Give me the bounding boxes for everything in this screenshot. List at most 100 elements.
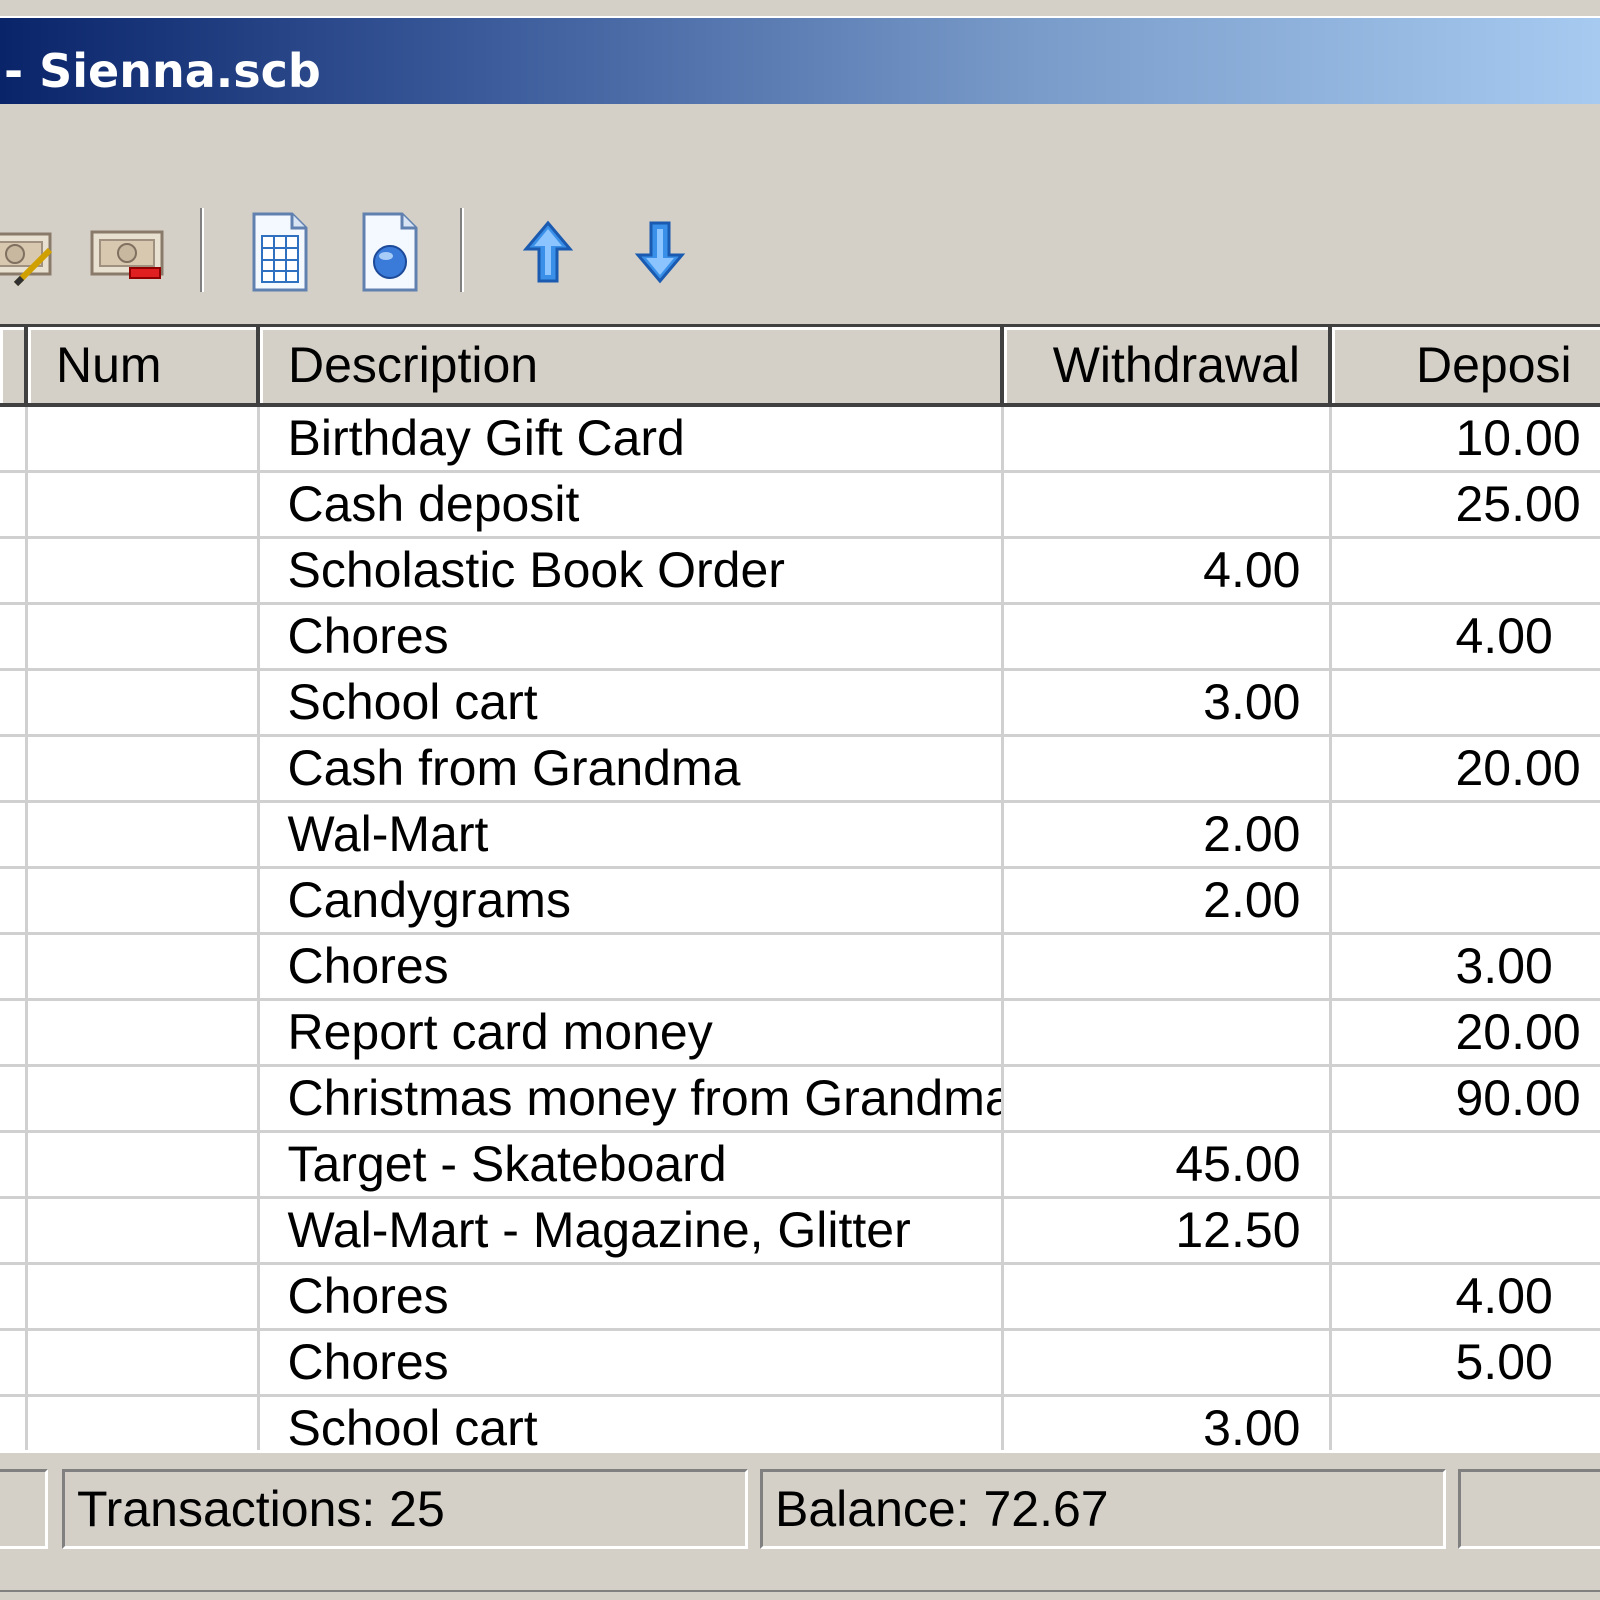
cell-withdrawal[interactable] [1002, 933, 1332, 1001]
cell-description[interactable]: Chores [258, 1263, 1004, 1331]
column-header-deposit[interactable]: Deposi [1330, 327, 1600, 407]
table-row[interactable]: Wal-Mart 2.00 [0, 801, 1600, 869]
report-button[interactable] [348, 210, 432, 294]
table-row[interactable]: Cash from Grandma 20.00 [0, 735, 1600, 803]
cell-date[interactable] [0, 669, 28, 737]
table-row[interactable]: Chores 3.00 [0, 933, 1600, 1001]
cell-date[interactable] [0, 537, 28, 605]
table-row[interactable]: School cart 3.00 [0, 1395, 1600, 1450]
cell-num[interactable] [26, 537, 260, 605]
cell-deposit[interactable] [1330, 669, 1600, 737]
cell-date[interactable] [0, 933, 28, 1001]
cell-withdrawal[interactable] [1002, 405, 1332, 473]
cell-num[interactable] [26, 933, 260, 1001]
move-up-button[interactable] [506, 210, 590, 294]
cell-description[interactable]: Wal-Mart [258, 801, 1004, 869]
table-row[interactable]: Birthday Gift Card 10.00 [0, 405, 1600, 473]
cell-num[interactable] [26, 1329, 260, 1397]
calculator-button[interactable] [238, 210, 322, 294]
table-row[interactable]: Report card money 20.00 [0, 999, 1600, 1067]
cell-date[interactable] [0, 735, 28, 803]
cell-withdrawal[interactable]: 2.00 [1002, 867, 1332, 935]
cell-deposit[interactable]: 25.00 [1330, 471, 1600, 539]
cell-withdrawal[interactable]: 45.00 [1002, 1131, 1332, 1199]
cell-withdrawal[interactable]: 12.50 [1002, 1197, 1332, 1265]
column-header-num[interactable]: Num [26, 327, 260, 407]
column-header-date[interactable] [0, 327, 28, 407]
cell-deposit[interactable] [1330, 867, 1600, 935]
table-row[interactable]: Target - Skateboard 45.00 [0, 1131, 1600, 1199]
cell-withdrawal[interactable]: 3.00 [1002, 669, 1332, 737]
table-row[interactable]: Candygrams 2.00 [0, 867, 1600, 935]
cell-deposit[interactable]: 5.00 [1330, 1329, 1600, 1397]
cell-withdrawal[interactable] [1002, 603, 1332, 671]
cell-num[interactable] [26, 735, 260, 803]
cell-description[interactable]: Candygrams [258, 867, 1004, 935]
cell-withdrawal[interactable] [1002, 999, 1332, 1067]
cell-num[interactable] [26, 801, 260, 869]
cell-deposit[interactable]: 90.00 [1330, 1065, 1600, 1133]
cell-num[interactable] [26, 1197, 260, 1265]
cell-num[interactable] [26, 1065, 260, 1133]
table-row[interactable]: Chores 4.00 [0, 1263, 1600, 1331]
cell-description[interactable]: School cart [258, 1395, 1004, 1450]
cell-deposit[interactable] [1330, 801, 1600, 869]
cell-date[interactable] [0, 471, 28, 539]
cell-description[interactable]: Chores [258, 933, 1004, 1001]
cell-num[interactable] [26, 1263, 260, 1331]
cell-withdrawal[interactable] [1002, 1065, 1332, 1133]
cell-date[interactable] [0, 1263, 28, 1331]
edit-transaction-button[interactable] [0, 210, 58, 294]
cell-withdrawal[interactable]: 3.00 [1002, 1395, 1332, 1450]
table-row[interactable]: Scholastic Book Order 4.00 [0, 537, 1600, 605]
cell-description[interactable]: Christmas money from Grandma [258, 1065, 1004, 1133]
cell-withdrawal[interactable] [1002, 1263, 1332, 1331]
cell-description[interactable]: Cash deposit [258, 471, 1004, 539]
cell-num[interactable] [26, 999, 260, 1067]
cell-description[interactable]: Chores [258, 603, 1004, 671]
cell-date[interactable] [0, 1065, 28, 1133]
cell-deposit[interactable]: 4.00 [1330, 603, 1600, 671]
cell-deposit[interactable]: 3.00 [1330, 933, 1600, 1001]
delete-transaction-button[interactable] [86, 210, 170, 294]
cell-description[interactable]: Report card money [258, 999, 1004, 1067]
cell-withdrawal[interactable]: 4.00 [1002, 537, 1332, 605]
title-bar[interactable]: - Sienna.scb [0, 18, 1600, 104]
cell-date[interactable] [0, 1329, 28, 1397]
cell-deposit[interactable]: 20.00 [1330, 735, 1600, 803]
cell-deposit[interactable] [1330, 537, 1600, 605]
cell-date[interactable] [0, 405, 28, 473]
cell-description[interactable]: Target - Skateboard [258, 1131, 1004, 1199]
cell-num[interactable] [26, 1395, 260, 1450]
cell-withdrawal[interactable]: 2.00 [1002, 801, 1332, 869]
cell-deposit[interactable]: 4.00 [1330, 1263, 1600, 1331]
cell-deposit[interactable] [1330, 1197, 1600, 1265]
cell-num[interactable] [26, 1131, 260, 1199]
cell-date[interactable] [0, 1395, 28, 1450]
cell-date[interactable] [0, 1197, 28, 1265]
cell-num[interactable] [26, 669, 260, 737]
cell-date[interactable] [0, 999, 28, 1067]
table-row[interactable]: Chores 5.00 [0, 1329, 1600, 1397]
cell-description[interactable]: Cash from Grandma [258, 735, 1004, 803]
cell-num[interactable] [26, 471, 260, 539]
cell-num[interactable] [26, 867, 260, 935]
table-row[interactable]: Wal-Mart - Magazine, Glitter 12.50 [0, 1197, 1600, 1265]
column-header-withdrawal[interactable]: Withdrawal [1002, 327, 1332, 407]
cell-date[interactable] [0, 801, 28, 869]
cell-deposit[interactable]: 10.00 [1330, 405, 1600, 473]
cell-num[interactable] [26, 405, 260, 473]
cell-date[interactable] [0, 867, 28, 935]
cell-deposit[interactable] [1330, 1395, 1600, 1450]
cell-withdrawal[interactable] [1002, 735, 1332, 803]
table-row[interactable]: Chores 4.00 [0, 603, 1600, 671]
cell-date[interactable] [0, 1131, 28, 1199]
cell-description[interactable]: Chores [258, 1329, 1004, 1397]
cell-withdrawal[interactable] [1002, 1329, 1332, 1397]
cell-description[interactable]: Scholastic Book Order [258, 537, 1004, 605]
column-header-description[interactable]: Description [258, 327, 1004, 407]
table-row[interactable]: Cash deposit 25.00 [0, 471, 1600, 539]
cell-date[interactable] [0, 603, 28, 671]
cell-description[interactable]: School cart [258, 669, 1004, 737]
cell-withdrawal[interactable] [1002, 471, 1332, 539]
